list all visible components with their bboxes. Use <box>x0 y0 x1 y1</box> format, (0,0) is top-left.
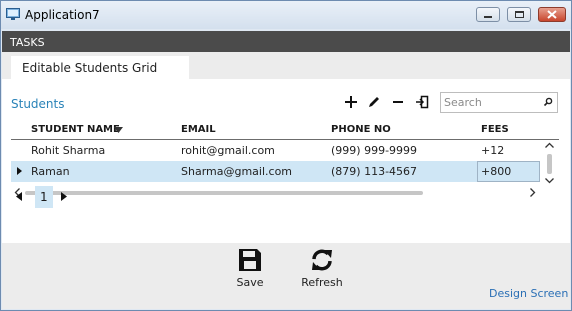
grid-title: Students <box>11 97 65 111</box>
minimize-icon <box>484 16 492 18</box>
page-number: 1 <box>40 190 48 204</box>
cell-name[interactable]: Raman <box>31 165 70 178</box>
refresh-button[interactable]: Refresh <box>298 248 346 289</box>
tasks-bar: TASKS <box>2 31 570 52</box>
scroll-thumb[interactable] <box>547 154 552 174</box>
scroll-thumb[interactable] <box>25 191 423 195</box>
refresh-label: Refresh <box>301 276 343 289</box>
title-bar: Application7 <box>1 1 571 29</box>
vertical-scrollbar[interactable] <box>542 140 558 186</box>
cell-email[interactable]: Sharma@gmail.com <box>181 165 292 178</box>
horizontal-scrollbar[interactable] <box>11 186 542 198</box>
minimize-button[interactable] <box>476 7 500 22</box>
tab-label: Editable Students Grid <box>22 61 158 75</box>
search-icon <box>543 97 553 107</box>
grid-header: STUDENT NAME EMAIL PHONE NO FEES <box>11 123 559 140</box>
table-row[interactable]: Rohit Sharma rohit@gmail.com (999) 999-9… <box>11 140 540 162</box>
close-button[interactable] <box>538 7 566 22</box>
app-window: Application7 TASKS Editable Students Gri… <box>0 0 572 311</box>
tasks-label: TASKS <box>10 36 45 49</box>
cell-name[interactable]: Rohit Sharma <box>31 144 105 157</box>
previous-page-icon[interactable] <box>16 192 22 201</box>
maximize-button[interactable] <box>507 7 531 22</box>
scroll-right-icon[interactable] <box>530 188 536 197</box>
column-header-student-name[interactable]: STUDENT NAME <box>31 124 120 135</box>
save-label: Save <box>236 276 264 289</box>
tab-editable-students-grid[interactable]: Editable Students Grid <box>11 56 189 79</box>
scroll-down-icon[interactable] <box>545 178 554 184</box>
save-icon <box>239 249 261 271</box>
cell-fees[interactable]: +800 <box>481 165 511 178</box>
cell-email[interactable]: rohit@gmail.com <box>181 144 275 157</box>
app-icon <box>6 8 20 20</box>
design-screen-link[interactable]: Design Screen <box>489 287 568 300</box>
refresh-icon <box>312 249 332 271</box>
table-row-selected[interactable]: Raman Sharma@gmail.com (879) 113-4567 +8… <box>11 161 540 182</box>
page-number-button[interactable]: 1 <box>35 186 53 208</box>
delete-icon[interactable] <box>391 95 405 109</box>
search-input[interactable] <box>444 95 540 110</box>
cell-fees[interactable]: +12 <box>481 144 504 157</box>
students-panel: Students STUDENT N <box>2 79 570 243</box>
scroll-up-icon[interactable] <box>545 142 554 148</box>
column-header-phone[interactable]: PHONE NO <box>331 124 391 135</box>
current-row-icon <box>17 167 22 175</box>
column-header-fees[interactable]: FEES <box>481 124 509 135</box>
main-content: Editable Students Grid Students Search S… <box>2 52 570 309</box>
sort-desc-icon[interactable] <box>114 127 123 133</box>
add-icon[interactable] <box>344 95 358 109</box>
export-icon[interactable] <box>415 95 429 109</box>
maximize-icon <box>515 11 524 18</box>
window-title: Application7 <box>25 8 100 22</box>
cell-phone[interactable]: (879) 113-4567 <box>331 165 417 178</box>
save-button[interactable]: Save <box>230 248 270 289</box>
search-box[interactable] <box>440 92 558 113</box>
cell-phone[interactable]: (999) 999-9999 <box>331 144 417 157</box>
next-page-icon[interactable] <box>61 192 67 201</box>
close-icon <box>547 10 557 19</box>
column-header-email[interactable]: EMAIL <box>181 124 216 135</box>
edit-icon[interactable] <box>367 95 381 109</box>
